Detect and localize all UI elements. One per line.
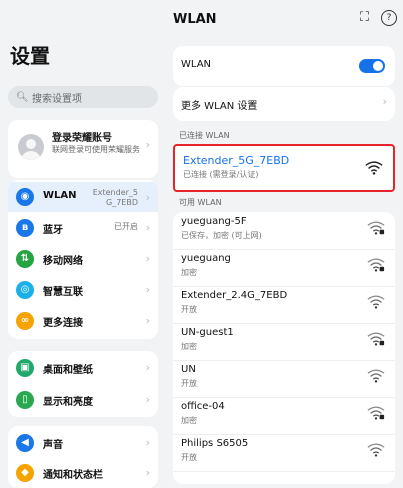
scan-icon[interactable]: ⛶	[360, 10, 369, 26]
network-name: Extender_2.4G_7EBD	[181, 290, 288, 301]
help-icon[interactable]: ?	[381, 10, 397, 26]
wallpaper-icon: ▣	[16, 359, 34, 377]
wlan-toggle-label: WLAN	[181, 59, 212, 70]
network-security: 已保存，加密 (可上网)	[181, 231, 262, 240]
network-row[interactable]: Extender_2.4G_7EBD 开放	[173, 286, 395, 324]
network-security: 加密	[181, 342, 197, 351]
wifi-signal-icon	[367, 369, 385, 383]
chevron-right-icon: ›	[145, 436, 150, 449]
network-row[interactable]: UN 开放	[173, 360, 395, 398]
network-name: Philips S6505	[181, 438, 249, 449]
chevron-right-icon: ›	[145, 466, 150, 479]
chevron-right-icon: ›	[145, 314, 150, 327]
network-security: 加密	[181, 268, 197, 277]
connected-network-row[interactable]: Extender_5G_7EBD 已连接 (需登录/认证)	[173, 144, 395, 192]
avatar	[18, 134, 44, 160]
chevron-right-icon: ›	[382, 95, 387, 108]
connected-network-name: Extender_5G_7EBD	[183, 154, 290, 167]
sidebar-item-label: 通知和状态栏	[43, 470, 103, 481]
network-security: 开放	[181, 379, 197, 388]
sidebar-item-value: Extender_5 G_7EBD	[92, 188, 138, 207]
wlan-toggle-row[interactable]: WLAN	[173, 46, 395, 86]
menu-group-display: ▣ 桌面和壁纸 › ▯ 显示和亮度 ›	[8, 351, 158, 417]
sidebar-item-value: 已开启	[114, 222, 138, 231]
sidebar-item-label: 桌面和壁纸	[43, 365, 93, 376]
menu-group-connectivity: ◉ WLAN Extender_5 G_7EBD › ʙ 蓝牙 已开启 › ⇅ …	[8, 180, 158, 339]
network-row[interactable]: office-04 加密	[173, 397, 395, 435]
sidebar-item-label: 蓝牙	[43, 225, 63, 236]
sidebar-item-display[interactable]: ▯ 显示和亮度 ›	[8, 385, 158, 415]
sidebar-item-label: 声音	[43, 440, 63, 451]
more-wlan-settings-row[interactable]: 更多 WLAN 设置 ›	[173, 87, 395, 121]
bluetooth-icon: ʙ	[16, 219, 34, 237]
account-desc: 联网登录可使用荣耀服务	[52, 145, 140, 154]
network-name: yueguang	[181, 253, 231, 264]
wifi-locked-icon	[367, 332, 385, 346]
wifi-signal-icon	[367, 295, 385, 309]
settings-window: 设置 🔍︎ 搜索设置项 登录荣耀账号 联网登录可使用荣耀服务 › ◉ WLAN …	[0, 0, 403, 488]
page-title: 设置	[10, 44, 50, 68]
sidebar-item-label: 移动网络	[43, 256, 83, 267]
search-placeholder: 搜索设置项	[32, 93, 82, 105]
network-security: 开放	[181, 305, 197, 314]
wlan-toggle[interactable]	[359, 59, 385, 73]
sidebar-item-wallpaper[interactable]: ▣ 桌面和壁纸 ›	[8, 353, 158, 383]
sidebar-item-sound[interactable]: ◀ 声音 ›	[8, 428, 158, 458]
wifi-locked-icon	[367, 406, 385, 420]
sidebar-item-more-connections[interactable]: ∞ 更多连接 ›	[8, 306, 158, 336]
notification-icon: ◆	[16, 464, 34, 482]
mobile-network-icon: ⇅	[16, 250, 34, 268]
available-networks-list: yueguang-5F 已保存，加密 (可上网) yueguang 加密 Extende…	[173, 212, 395, 484]
display-icon: ▯	[16, 391, 34, 409]
wlan-panel: WLAN ⛶ ? WLAN 更多 WLAN 设置 › 已连接 WLAN Exte…	[165, 0, 403, 484]
settings-sidebar: 设置 🔍︎ 搜索设置项 登录荣耀账号 联网登录可使用荣耀服务 › ◉ WLAN …	[0, 0, 165, 488]
chevron-right-icon: ›	[145, 191, 150, 204]
wifi-signal-icon	[367, 443, 385, 457]
sidebar-item-mobile-network[interactable]: ⇅ 移动网络 ›	[8, 244, 158, 274]
sidebar-item-bluetooth[interactable]: ʙ 蓝牙 已开启 ›	[8, 213, 158, 243]
network-row[interactable]: yueguang-5F 已保存，加密 (可上网)	[173, 212, 395, 250]
wifi-signal-icon	[365, 161, 383, 175]
sound-icon: ◀	[16, 434, 34, 452]
network-security: 加密	[181, 416, 197, 425]
smart-connect-icon: ◎	[16, 281, 34, 299]
chevron-right-icon: ›	[145, 361, 150, 374]
chevron-right-icon: ›	[145, 283, 150, 296]
sidebar-item-label: 显示和亮度	[43, 397, 93, 408]
panel-title: WLAN	[173, 12, 217, 27]
network-row[interactable]: UN-guest1 加密	[173, 323, 395, 361]
sidebar-item-label: WLAN	[43, 190, 77, 201]
search-icon: 🔍︎	[16, 91, 29, 103]
account-card[interactable]: 登录荣耀账号 联网登录可使用荣耀服务 ›	[8, 120, 158, 178]
available-section-header: 可用 WLAN	[179, 198, 222, 207]
wifi-icon: ◉	[16, 188, 34, 206]
chevron-right-icon: ›	[145, 252, 150, 265]
chevron-right-icon: ›	[145, 221, 150, 234]
sidebar-item-smart-connect[interactable]: ◎ 智慧互联 ›	[8, 275, 158, 305]
sidebar-item-label: 智慧互联	[43, 287, 83, 298]
chevron-right-icon: ›	[145, 393, 150, 406]
network-name: office-04	[181, 401, 225, 412]
wifi-locked-icon	[367, 258, 385, 272]
sidebar-item-label: 更多连接	[43, 318, 83, 329]
sidebar-item-wlan[interactable]: ◉ WLAN Extender_5 G_7EBD ›	[8, 182, 158, 212]
network-name: UN	[181, 364, 196, 375]
account-name: 登录荣耀账号	[52, 133, 112, 144]
connected-section-header: 已连接 WLAN	[179, 131, 230, 140]
network-name: UN-guest1	[181, 327, 234, 338]
network-row[interactable]: yueguang 加密	[173, 249, 395, 287]
link-icon: ∞	[16, 312, 34, 330]
wifi-locked-icon	[367, 221, 385, 235]
chevron-right-icon: ›	[145, 138, 150, 151]
menu-group-sound: ◀ 声音 › ◆ 通知和状态栏 ›	[8, 426, 158, 488]
more-wlan-settings-label: 更多 WLAN 设置	[181, 101, 258, 112]
network-security: 开放	[181, 453, 197, 462]
connected-network-status: 已连接 (需登录/认证)	[183, 170, 259, 179]
network-name: yueguang-5F	[181, 216, 247, 227]
network-row[interactable]: Philips S6505 开放	[173, 434, 395, 472]
sidebar-item-notifications[interactable]: ◆ 通知和状态栏 ›	[8, 458, 158, 488]
search-input[interactable]: 🔍︎ 搜索设置项	[8, 86, 158, 108]
